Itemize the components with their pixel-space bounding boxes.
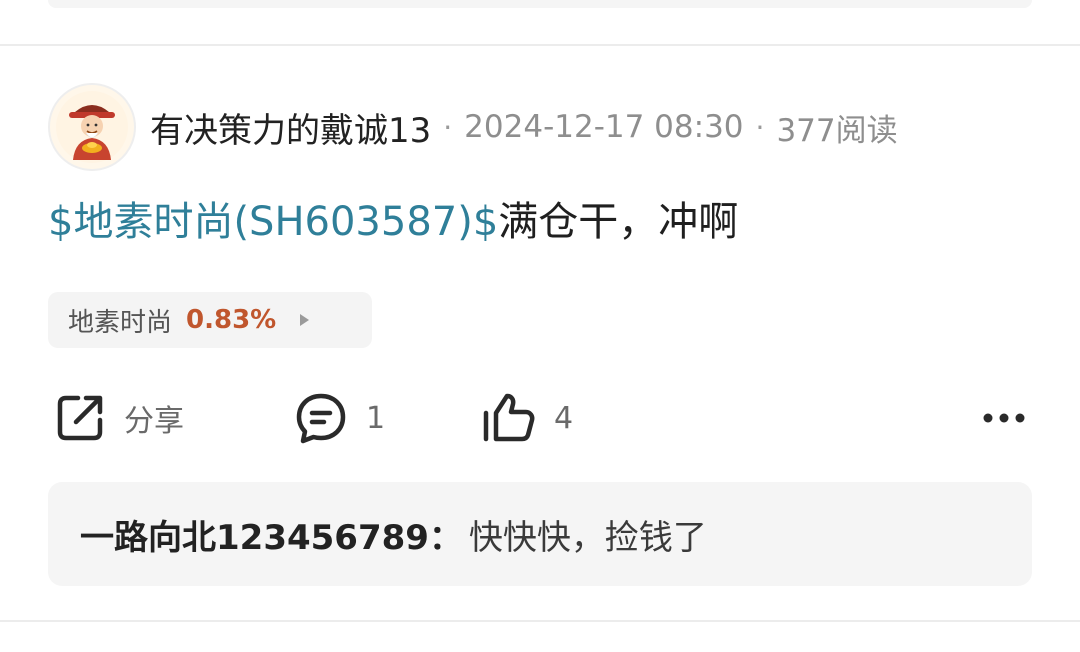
post-header: 有决策力的戴诚13 · 2024-12-17 08:30 · 377阅读 — [48, 82, 898, 172]
divider — [0, 44, 1080, 46]
post-content: $地素时尚(SH603587)$满仓干，冲啊 — [48, 194, 738, 250]
like-button[interactable]: 4 — [480, 386, 573, 450]
chevron-right-icon — [300, 314, 310, 326]
divider — [0, 620, 1080, 622]
stock-chip-change: 0.83% — [186, 305, 277, 335]
stock-chip[interactable]: 地素时尚 0.83% — [48, 292, 372, 348]
page: 有决策力的戴诚13 · 2024-12-17 08:30 · 377阅读 $地素… — [0, 0, 1080, 652]
previous-card-remnant — [48, 0, 1032, 8]
post-text: 满仓干，冲啊 — [498, 199, 739, 245]
action-bar: 分享 1 4 — [48, 386, 1032, 450]
share-button[interactable]: 分享 — [54, 386, 184, 450]
reply-text: 快快快，捡钱了 — [468, 517, 707, 558]
avatar-image — [56, 91, 128, 163]
more-icon — [983, 413, 1025, 423]
reply-username[interactable]: 一路向北123456789 — [80, 510, 429, 559]
thumbs-up-icon — [483, 393, 535, 442]
view-count: 377阅读 — [776, 112, 898, 149]
share-label: 分享 — [124, 404, 184, 439]
share-icon — [57, 395, 103, 441]
stock-tag-link[interactable]: $地素时尚(SH603587)$ — [48, 199, 498, 245]
reply-colon: ： — [428, 517, 463, 558]
stock-chip-name: 地素时尚 — [68, 307, 173, 338]
like-count: 4 — [554, 400, 574, 436]
post-date: 2024-12-17 08:30 — [464, 109, 744, 145]
more-button[interactable] — [982, 386, 1026, 450]
meta-separator: · — [755, 110, 765, 144]
avatar[interactable] — [48, 83, 136, 171]
reply-preview[interactable]: 一路向北123456789：快快快，捡钱了 — [48, 482, 1032, 586]
meta-separator: · — [443, 110, 453, 144]
comment-count: 1 — [366, 400, 386, 436]
comment-button[interactable]: 1 — [294, 386, 385, 450]
author-name[interactable]: 有决策力的戴诚13 — [150, 103, 431, 152]
comment-icon — [296, 393, 346, 444]
